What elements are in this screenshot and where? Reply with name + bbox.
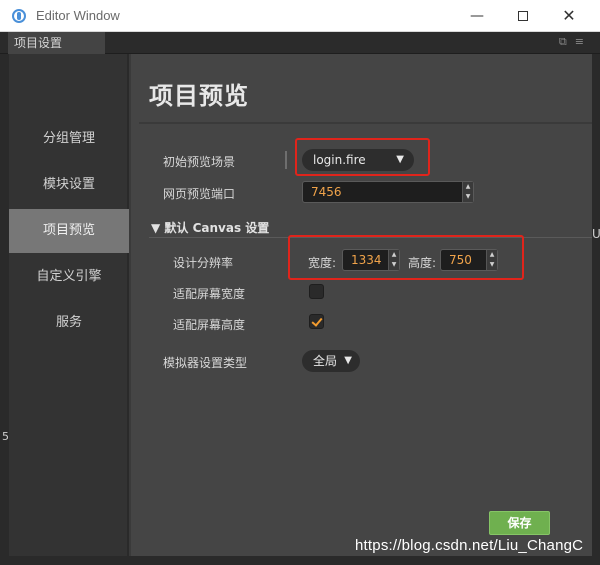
preview-port-input[interactable]: 7456 ▲ ▼ <box>302 181 474 203</box>
highlight-box-resolution <box>288 235 524 280</box>
background-left-strip <box>0 54 9 565</box>
highlight-box-scene <box>295 138 430 176</box>
tab-project-settings[interactable]: 项目设置 <box>8 32 105 54</box>
maximize-icon[interactable] <box>500 0 546 32</box>
initial-scene-label: 初始预览场景 <box>163 155 236 169</box>
simulator-type-select[interactable]: 全局 ▼ <box>302 350 360 372</box>
page-title: 项目预览 <box>149 82 249 110</box>
chevron-down-icon: ▼ <box>344 355 352 366</box>
title-divider <box>139 122 592 124</box>
preview-port-label: 网页预览端口 <box>163 187 236 201</box>
fit-width-checkbox[interactable] <box>309 284 324 299</box>
project-preview-panel: 项目预览 初始预览场景 login.fire ▼ 网页预览端口 7456 ▲ ▼ … <box>131 54 592 556</box>
window-title: Editor Window <box>36 8 120 23</box>
app-logo-icon <box>12 9 26 23</box>
window-titlebar: Editor Window — ✕ <box>0 0 600 32</box>
panel-menu-icon[interactable]: ⧉≡ <box>559 35 592 49</box>
simulator-type-label: 模拟器设置类型 <box>163 356 248 370</box>
sidebar-item-custom-engine[interactable]: 自定义引擎 <box>9 255 129 299</box>
watermark-text: https://blog.csdn.net/Liu_ChangC <box>355 537 584 554</box>
preview-port-value: 7456 <box>311 185 342 199</box>
fit-width-label: 适配屏幕宽度 <box>173 287 246 301</box>
sidebar-item-services[interactable]: 服务 <box>9 301 129 345</box>
background-right-strip <box>592 54 600 565</box>
background-text-left: 5 <box>2 430 9 443</box>
simulator-type-value: 全局 <box>313 354 338 368</box>
background-bottom-strip <box>0 556 600 565</box>
panel-tab-strip: 项目设置 ⧉≡ <box>0 32 600 54</box>
canvas-section-header[interactable]: ▼ 默认 Canvas 设置 <box>151 219 269 236</box>
field-separator <box>285 151 287 169</box>
settings-sidebar: 分组管理 模块设置 项目预览 自定义引擎 服务 <box>9 54 129 556</box>
background-text-right: U <box>592 227 600 241</box>
design-resolution-label: 设计分辨率 <box>173 256 234 270</box>
close-icon[interactable]: ✕ <box>546 0 592 32</box>
fit-height-checkbox[interactable] <box>309 314 324 329</box>
save-button[interactable]: 保存 <box>489 511 550 535</box>
minimize-icon[interactable]: — <box>454 0 500 32</box>
port-stepper[interactable]: ▲ ▼ <box>462 182 473 202</box>
sidebar-item-module-settings[interactable]: 模块设置 <box>9 163 129 207</box>
sidebar-item-project-preview[interactable]: 项目预览 <box>9 209 129 253</box>
sidebar-item-group-management[interactable]: 分组管理 <box>9 117 129 161</box>
fit-height-label: 适配屏幕高度 <box>173 318 246 332</box>
